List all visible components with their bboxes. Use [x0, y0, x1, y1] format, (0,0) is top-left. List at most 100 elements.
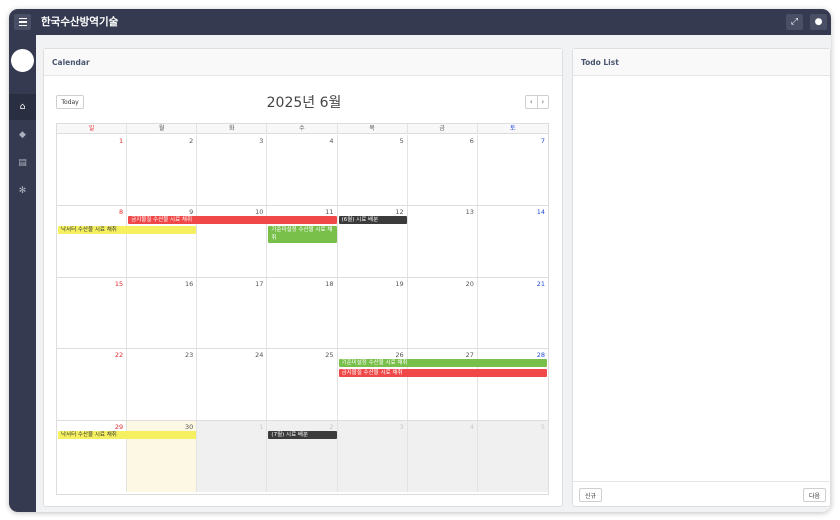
- calendar-day-cell[interactable]: 23: [127, 349, 198, 420]
- calendar-day-cell[interactable]: 3: [337, 420, 408, 492]
- day-number: 22: [114, 351, 124, 360]
- day-number: 3: [399, 422, 404, 431]
- day-number: 7: [540, 137, 545, 145]
- calendar-day-cell[interactable]: 17: [197, 277, 268, 349]
- avatar[interactable]: [11, 49, 34, 72]
- weekday-label: 일: [57, 124, 128, 133]
- hamburger-menu-icon[interactable]: [14, 14, 31, 30]
- user-icon[interactable]: ●: [810, 14, 827, 30]
- day-number: 12: [395, 208, 404, 217]
- calendar-event[interactable]: 낙서터 수산물 시료 채취: [58, 430, 197, 439]
- todo-footer: 신규 다음: [573, 481, 831, 506]
- day-number: 25: [325, 351, 334, 360]
- calendar-panel: Calendar Today 2025년 6월 ‹ › 일월화수목금토 1234…: [43, 48, 563, 507]
- calendar-week-row: 29 30 1 2 3 4 5 낙서터 수산물 시료 채취 (7월) 시료 배분: [57, 420, 548, 492]
- calendar-day-cell[interactable]: 6: [408, 135, 478, 206]
- month-nav: ‹ ›: [525, 95, 549, 109]
- calendar-day-cell[interactable]: 15: [57, 277, 128, 349]
- weekday-label: 토: [510, 125, 516, 132]
- day-number: 10: [255, 208, 264, 217]
- calendar-event[interactable]: 기준미설정 수산물 시료 채취: [268, 225, 337, 243]
- calendar-day-cell[interactable]: 7: [478, 135, 548, 205]
- expand-icon[interactable]: ⤢: [786, 14, 803, 30]
- day-number: 24: [255, 351, 264, 360]
- calendar-day-cell[interactable]: 5: [338, 135, 408, 206]
- calendar-day-cell[interactable]: 20: [408, 277, 478, 349]
- sidebar-item-tags[interactable]: ◆: [9, 122, 36, 148]
- day-number: 6: [469, 137, 474, 145]
- calendar-day-cell[interactable]: 4: [407, 420, 478, 492]
- calendar-day-cell[interactable]: 25: [267, 349, 338, 420]
- sidebar-item-settings[interactable]: ✻: [9, 178, 36, 204]
- calendar-week-row: 15 16 17 18 19 20 21: [57, 277, 548, 350]
- calendar-day-cell[interactable]: 5: [477, 420, 548, 492]
- day-number: 20: [465, 279, 474, 288]
- day-number: 5: [399, 137, 404, 145]
- calendar-event[interactable]: (6월) 시료 배분: [338, 216, 407, 225]
- day-number: 5: [540, 422, 545, 431]
- calendar-day-cell[interactable]: 2: [127, 135, 198, 206]
- calendar-day-cell[interactable]: 1: [197, 420, 268, 492]
- prev-month-button[interactable]: ‹: [526, 96, 537, 108]
- day-number: 3: [259, 137, 264, 145]
- day-number: 14: [536, 208, 545, 217]
- day-number: 28: [536, 351, 545, 360]
- calendar-day-cell[interactable]: 1: [57, 135, 128, 206]
- calendar-day-cell[interactable]: 19: [338, 277, 408, 349]
- weekday-label: 화: [197, 124, 268, 133]
- calendar-day-cell[interactable]: 8: [57, 206, 128, 277]
- document-icon: ▤: [18, 158, 27, 168]
- calendar-panel-title: Calendar: [44, 49, 562, 76]
- sidebar-item-document[interactable]: ▤: [9, 150, 36, 176]
- day-number: 19: [395, 279, 404, 288]
- day-number: 18: [325, 279, 334, 288]
- app-window: 한국수산방역기술 ⤢ ● ⌂ ◆ ▤ ✻ Calendar Today 2025년 6…: [9, 9, 831, 512]
- weekday-label: 목: [338, 124, 408, 133]
- calendar-day-cell[interactable]: 4: [267, 135, 338, 206]
- day-number: 17: [255, 279, 264, 288]
- home-icon: ⌂: [19, 102, 26, 112]
- weekday-label: 월: [127, 124, 198, 133]
- calendar-event[interactable]: 금지물질 수산물 시료 채취: [128, 216, 337, 225]
- day-number: 16: [185, 279, 194, 288]
- calendar-week-row: 22 23 24 25 26 27 28 기준미설정 수산물 시료 채취 금지물질 수산물 시료…: [57, 349, 548, 421]
- sidebar-item-home[interactable]: ⌂: [9, 94, 36, 120]
- gear-icon: ✻: [18, 186, 27, 196]
- day-number: 30: [185, 422, 194, 431]
- weekday-label: 수: [267, 124, 338, 133]
- calendar-day-cell[interactable]: 16: [127, 277, 198, 349]
- weekday-label: 금: [408, 124, 478, 133]
- calendar-event[interactable]: 낙서터 수산물 시료 채취: [58, 225, 197, 234]
- calendar-event[interactable]: 금지물질 수산물 시료 채취: [338, 368, 547, 377]
- sidebar: ⌂ ◆ ▤ ✻: [9, 35, 36, 512]
- calendar-day-cell[interactable]: 13: [408, 206, 478, 277]
- new-todo-button[interactable]: 신규: [579, 488, 603, 502]
- day-number: 4: [329, 137, 334, 145]
- calendar-week-row: 8 9 10 11 12 13 14 금지물질 수산물 시료 채취 (6월) 시료 배분 낙서터 …: [57, 206, 548, 278]
- todo-panel-title: Todo List: [573, 49, 830, 76]
- day-number: 26: [395, 351, 404, 360]
- calendar-day-cell[interactable]: 22: [57, 349, 128, 420]
- calendar-event[interactable]: 기준미설정 수산물 시료 채취: [338, 359, 547, 368]
- tags-icon: ◆: [19, 130, 26, 140]
- calendar-day-cell[interactable]: 14: [478, 206, 548, 276]
- calendar-day-cell[interactable]: 21: [478, 278, 548, 348]
- next-month-button[interactable]: ›: [536, 96, 549, 108]
- top-bar: 한국수산방역기술 ⤢ ●: [9, 9, 831, 35]
- day-number: 1: [259, 422, 264, 431]
- calendar-month-title: 2025년 6월: [266, 95, 342, 111]
- day-number: 21: [536, 279, 545, 288]
- day-number: 8: [119, 208, 124, 217]
- day-number: 29: [114, 422, 124, 431]
- day-number: 15: [114, 279, 124, 288]
- calendar-day-cell[interactable]: 24: [197, 349, 268, 420]
- next-todo-button[interactable]: 다음: [802, 488, 826, 502]
- calendar-day-cell[interactable]: 18: [267, 277, 338, 349]
- day-number: 2: [189, 137, 194, 145]
- todo-panel: Todo List 신규 다음: [572, 48, 831, 507]
- day-number: 1: [119, 137, 124, 145]
- calendar-event[interactable]: (7월) 시료 배분: [268, 430, 337, 439]
- calendar-week-row: 1 2 3 4 5 6 7: [57, 135, 548, 207]
- calendar-day-cell[interactable]: 3: [197, 135, 268, 206]
- app-title: 한국수산방역기술: [41, 16, 119, 28]
